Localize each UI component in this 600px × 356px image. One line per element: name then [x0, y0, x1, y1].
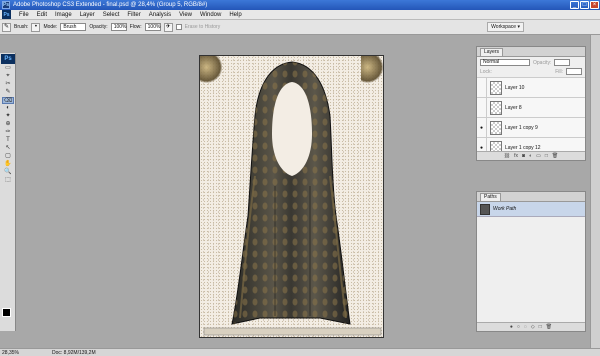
eye-icon[interactable]: ● [477, 117, 487, 138]
path-name: Work Path [493, 206, 517, 212]
path-row[interactable]: Work Path [477, 202, 585, 217]
foreground-color-swatch[interactable] [2, 308, 11, 317]
hooded-robe-artwork [203, 61, 382, 336]
document-canvas[interactable] [199, 55, 384, 338]
hand-tool-icon[interactable]: ✋ [2, 161, 14, 168]
add-mask-icon[interactable]: ◙ [522, 153, 525, 159]
burn-tool-icon[interactable]: ◐ [2, 105, 14, 112]
layer-style-icon[interactable]: fx [514, 153, 518, 159]
menu-image[interactable]: Image [51, 12, 76, 18]
status-bar: 28,35% Doc: 8,92M/139,2M [0, 348, 600, 356]
opacity-label: Opacity: [89, 24, 108, 30]
layer-opacity-input[interactable] [554, 59, 571, 66]
menu-help[interactable]: Help [225, 12, 245, 18]
layers-panel-header: Layers [477, 47, 585, 57]
tab-layers[interactable]: Layers [480, 48, 504, 56]
tools-panel: Ps ▭ ⌖ ✂ ✎ ⌫ ◐ ✦ ⊕ ✑ T ↖ ▢ ✋ 🔍 ⬚ [0, 53, 16, 331]
maximize-button[interactable]: □ [580, 1, 589, 9]
lock-label: Lock: [480, 68, 492, 75]
flow-input[interactable]: 100% [144, 23, 161, 31]
menu-bar: Ps File Edit Image Layer Select Filter A… [0, 10, 600, 20]
path-thumbnail [480, 203, 490, 215]
menu-layer[interactable]: Layer [76, 12, 99, 18]
workspace-button[interactable]: Workspace ▾ [487, 22, 524, 32]
fill-label: Fill: [555, 68, 563, 75]
panel-dock-strip[interactable] [590, 35, 600, 348]
load-selection-icon[interactable]: ◌ [524, 324, 527, 330]
type-tool-icon[interactable]: T [2, 137, 14, 144]
brush-picker-icon[interactable]: • [31, 22, 41, 32]
brush-label: Brush: [14, 24, 29, 30]
paths-panel: Paths Work Path ● ○ ◌ ◇ □ 🗑 [476, 191, 586, 332]
layer-thumbnail [490, 80, 502, 95]
layers-panel: Layers Normal Opacity: Lock: Fill: Layer… [476, 46, 586, 161]
mode-label: Mode: [43, 24, 58, 30]
menu-analysis[interactable]: Analysis [145, 12, 175, 18]
options-bar: ✎ Brush: • Mode: Brush Opacity: 100% Flo… [0, 20, 600, 35]
menu-edit[interactable]: Edit [33, 12, 51, 18]
tab-paths[interactable]: Paths [480, 193, 501, 201]
layer-opacity-label: Opacity: [533, 59, 552, 66]
layer-name: Layer 8 [505, 104, 522, 111]
close-button[interactable]: × [590, 1, 599, 9]
tools-ps-badge: Ps [1, 54, 15, 64]
layers-panel-footer: ⛓ fx ◙ ◐ ▭ □ 🗑 [477, 151, 585, 160]
zoom-tool-icon[interactable]: 🔍 [2, 169, 14, 176]
new-path-icon[interactable]: □ [539, 324, 542, 330]
menu-view[interactable]: View [175, 12, 196, 18]
erase-history-checkbox[interactable] [175, 24, 182, 30]
path-selection-tool-icon[interactable]: ↖ [2, 145, 14, 152]
shape-tool-icon[interactable]: ▢ [2, 153, 14, 160]
window-title: Adobe Photoshop CS3 Extended - final.psd… [13, 2, 208, 8]
sharpen-tool-icon[interactable]: ✦ [2, 113, 14, 120]
app-icon: Ps [2, 1, 10, 9]
erase-history-label: Erase to History [184, 24, 221, 30]
crop-tool-icon[interactable]: ✂ [2, 81, 14, 88]
adjustment-layer-icon[interactable]: ◐ [529, 153, 532, 159]
layer-thumbnail [490, 100, 502, 115]
photoshop-logo: Ps [2, 10, 11, 19]
menu-filter[interactable]: Filter [123, 12, 144, 18]
document-size: Doc: 8,92M/139,2M [52, 349, 96, 356]
flow-label: Flow: [129, 24, 142, 30]
layer-name: Layer 1 copy 9 [505, 124, 538, 131]
link-layers-icon[interactable]: ⛓ [504, 153, 510, 159]
layer-row[interactable]: Layer 10 [477, 77, 585, 98]
marquee-tool-icon[interactable]: ▭ [2, 65, 14, 72]
layer-row[interactable]: Layer 8 [477, 97, 585, 118]
pen-tool-icon[interactable]: ✑ [2, 129, 14, 136]
stamp-tool-icon[interactable]: ⊕ [2, 121, 14, 128]
fill-path-icon[interactable]: ● [510, 324, 513, 330]
delete-path-icon[interactable]: 🗑 [546, 324, 552, 330]
paths-panel-header: Paths [477, 192, 585, 202]
quick-mask-icon[interactable]: ⬚ [2, 177, 14, 184]
new-layer-icon[interactable]: □ [545, 153, 548, 159]
move-tool-icon[interactable]: ⌖ [2, 73, 14, 80]
fill-input[interactable] [566, 68, 582, 75]
menu-window[interactable]: Window [196, 12, 225, 18]
eraser-tool-preset-icon[interactable]: ✎ [2, 22, 11, 32]
opacity-input[interactable]: 100% [110, 23, 127, 31]
menu-select[interactable]: Select [99, 12, 124, 18]
layer-name: Layer 1 copy 12 [505, 144, 541, 151]
brush-tool-icon[interactable]: ✎ [2, 89, 14, 96]
airbrush-icon[interactable]: ✈ [163, 22, 173, 32]
stroke-path-icon[interactable]: ○ [517, 324, 520, 330]
menu-file[interactable]: File [15, 12, 33, 18]
mode-select[interactable]: Brush [60, 23, 87, 31]
layer-row[interactable]: ● Layer 1 copy 9 [477, 117, 585, 138]
visibility-toggle[interactable] [477, 77, 487, 98]
eraser-tool-icon[interactable]: ⌫ [2, 97, 14, 104]
delete-layer-icon[interactable]: 🗑 [552, 153, 558, 159]
title-bar: Ps Adobe Photoshop CS3 Extended - final.… [0, 0, 600, 10]
layer-thumbnail [490, 120, 502, 135]
minimize-button[interactable]: _ [570, 1, 579, 9]
zoom-level[interactable]: 28,35% [0, 350, 32, 356]
layer-name: Layer 10 [505, 84, 525, 91]
visibility-toggle[interactable] [477, 97, 487, 118]
new-group-icon[interactable]: ▭ [536, 153, 541, 159]
blend-mode-select[interactable]: Normal [480, 59, 530, 66]
make-work-path-icon[interactable]: ◇ [531, 324, 535, 330]
paths-panel-footer: ● ○ ◌ ◇ □ 🗑 [477, 322, 585, 331]
